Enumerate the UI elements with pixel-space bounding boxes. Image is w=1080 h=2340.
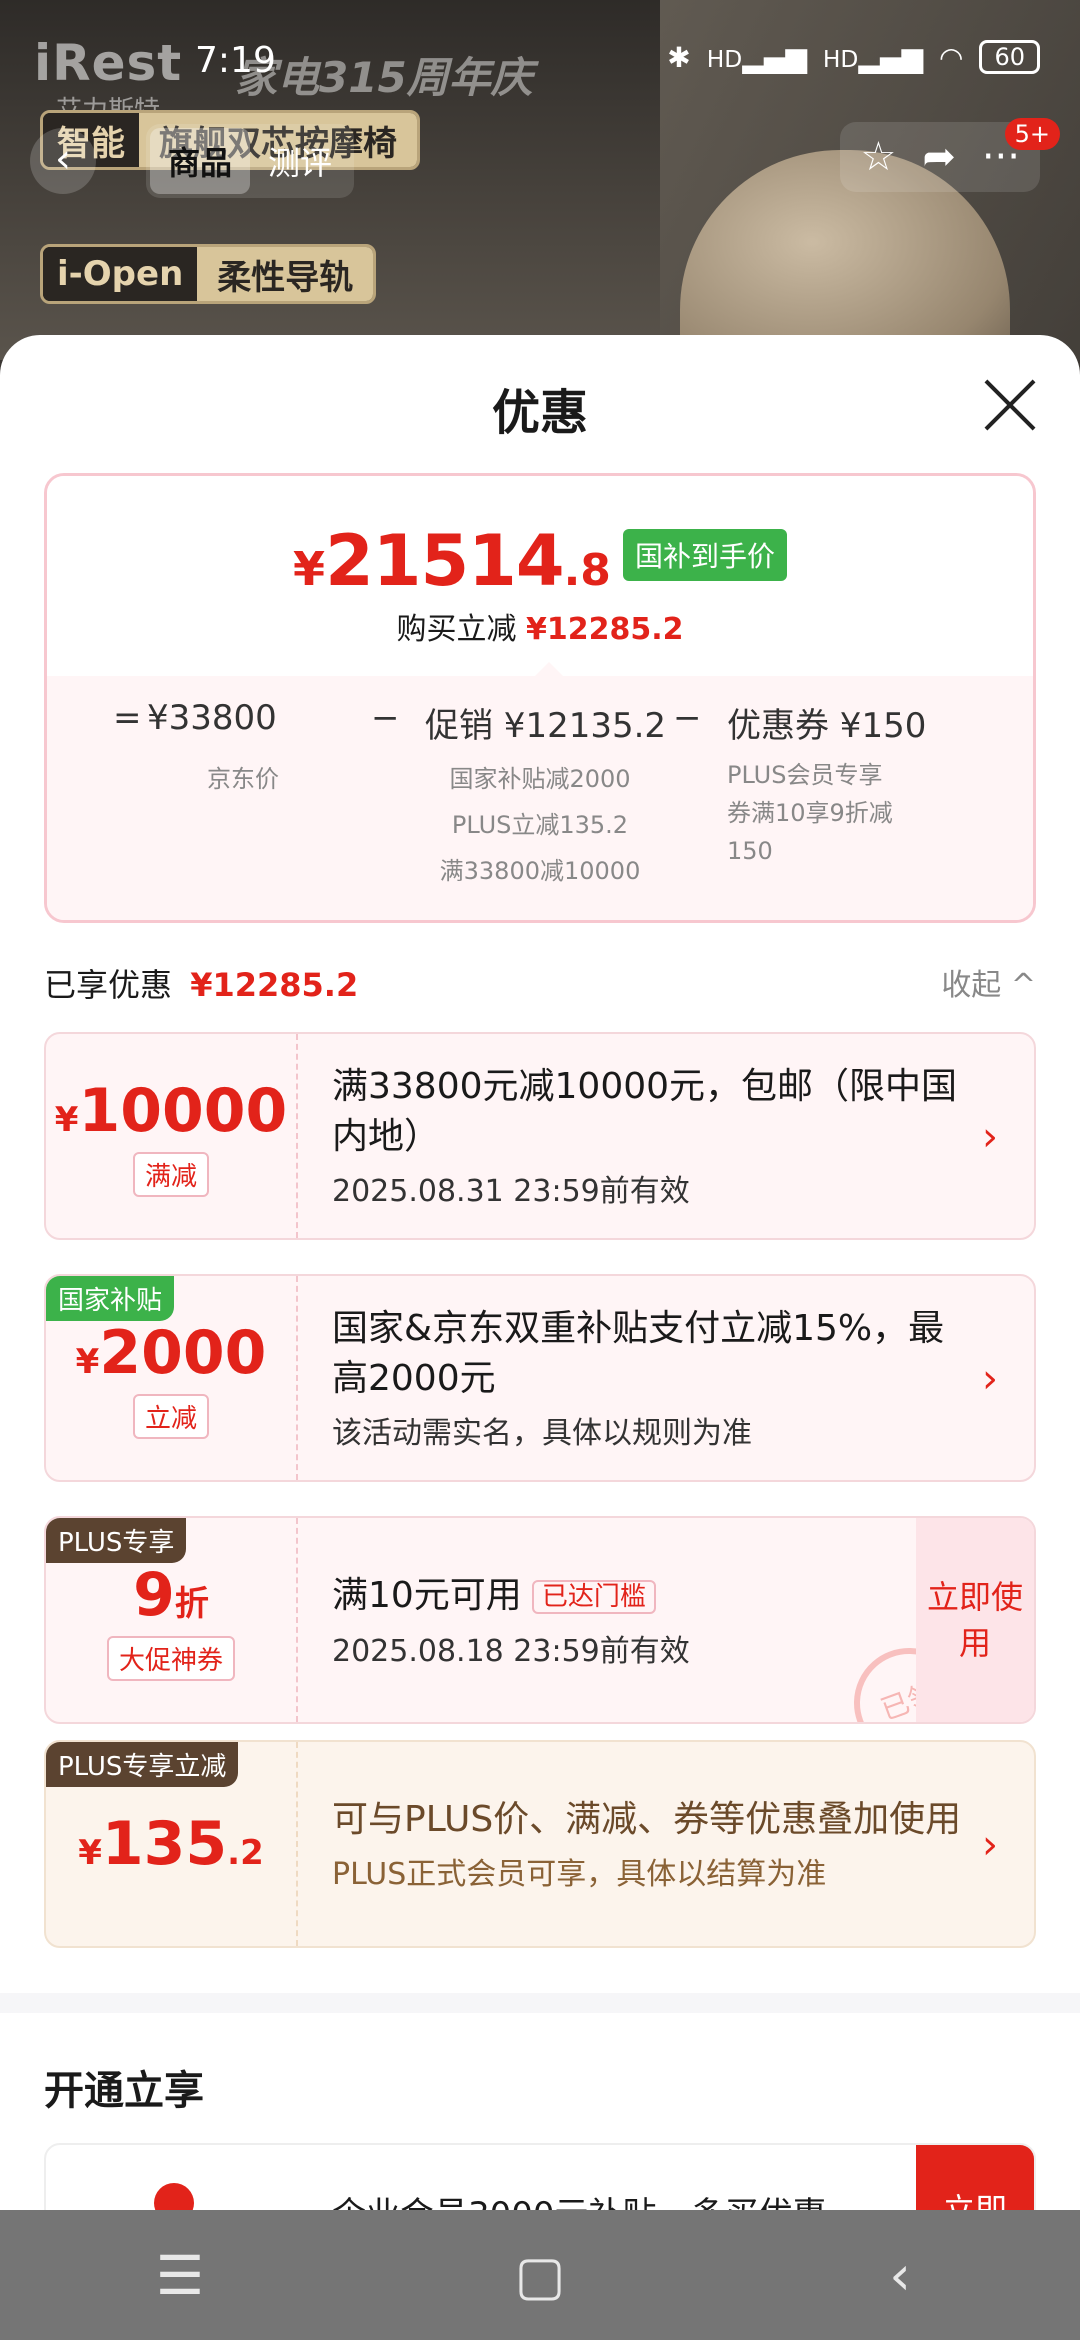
subsidy-price-badge: 国补到手价 bbox=[622, 529, 787, 581]
reduction-label: 购买立减 bbox=[396, 612, 517, 647]
enjoyed-discount: 已享优惠 ¥12285.2 bbox=[44, 960, 358, 1006]
tab-review[interactable]: 测评 bbox=[250, 128, 350, 194]
discount-sheet: 优惠 ¥ 21514 .8 国补到手价 购买立减 ¥12285.2 = ¥338… bbox=[0, 335, 1080, 2210]
system-nav-bar: ☰ ▢ ‹ bbox=[0, 2210, 1080, 2340]
close-icon[interactable] bbox=[982, 377, 1038, 433]
open-now-button[interactable]: 立即 bbox=[916, 2145, 1034, 2210]
feature-value: 柔性导轨 bbox=[197, 247, 374, 301]
promo-details: 国家补贴减2000 PLUS立减135.2 满33800减10000 bbox=[425, 756, 655, 894]
plus-reduction-tag: PLUS专享立减 bbox=[46, 1742, 239, 1787]
menu-icon[interactable]: ☰ bbox=[120, 2244, 240, 2307]
chevron-right-icon: › bbox=[982, 1822, 998, 1868]
coupon-amount: 9折 bbox=[133, 1559, 209, 1630]
enjoyed-value: ¥12285.2 bbox=[190, 966, 359, 1004]
coupon-type-tag: 大促神券 bbox=[106, 1635, 235, 1681]
currency-symbol: ¥ bbox=[293, 542, 326, 596]
message-badge: 5+ bbox=[1004, 118, 1060, 150]
back-icon[interactable]: ‹ bbox=[840, 2244, 960, 2307]
coupon-info: 满10元可用 已达门槛 2025.08.18 23:59前有效 bbox=[332, 1518, 894, 1722]
coupon-title: 可与PLUS价、满减、券等优惠叠加使用 bbox=[332, 1799, 962, 1840]
section-divider bbox=[0, 1993, 1080, 2013]
coupon-expiry: 2025.08.31 23:59前有效 bbox=[332, 1174, 690, 1209]
coupon-full-reduction[interactable]: ¥10000 满减 满33800元减10000元，包邮（限中国内地） 2025.… bbox=[44, 1032, 1036, 1240]
price-decimal: .8 bbox=[563, 545, 611, 596]
feature-key: i-Open bbox=[43, 247, 198, 301]
status-icons: ✱ HD▂▄▆ HD▂▄▆ ◠ 60 bbox=[667, 40, 1040, 74]
signal-icon: HD▂▄▆ bbox=[706, 40, 807, 74]
top-tabs: 商品 测评 bbox=[146, 124, 355, 198]
coupon-detail: PLUS会员专享 bbox=[727, 761, 883, 789]
promo-detail: PLUS立减135.2 bbox=[451, 811, 629, 839]
use-now-button[interactable]: 立即使用 bbox=[916, 1518, 1034, 1722]
signal-icon-2: HD▂▄▆ bbox=[822, 40, 924, 74]
jd-price: ¥33800 bbox=[147, 698, 277, 738]
instant-reduction: 购买立减 ¥12285.2 bbox=[47, 604, 1033, 648]
enjoyed-label: 已享优惠 bbox=[44, 966, 173, 1004]
coupon-details: PLUS会员专享 券满10享9折减 150 bbox=[727, 756, 893, 870]
price-integer: 21514 bbox=[325, 520, 565, 602]
plus-exclusive-tag: PLUS专享 bbox=[46, 1518, 187, 1563]
location-pin-icon bbox=[154, 2183, 194, 2210]
feature-tag-rail: i-Open 柔性导轨 bbox=[40, 244, 377, 304]
coupon-type-tag: 立减 bbox=[132, 1393, 209, 1439]
enterprise-offer-text: 企业会员3000元补贴，多买优惠 bbox=[332, 2187, 827, 2210]
wifi-icon: ◠ bbox=[939, 40, 964, 74]
coupon-expiry: 2025.08.18 23:59前有效 bbox=[332, 1633, 690, 1669]
coupon-type-tag: 满减 bbox=[132, 1151, 209, 1197]
star-icon[interactable]: ☆ bbox=[860, 132, 896, 182]
coupon-title: 国家&京东双重补贴支付立减15%，最高2000元 bbox=[332, 1308, 945, 1399]
gov-subsidy-tag: 国家补贴 bbox=[46, 1276, 175, 1321]
bluetooth-icon: ✱ bbox=[667, 40, 691, 74]
home-icon[interactable]: ▢ bbox=[480, 2244, 600, 2307]
enterprise-member-card[interactable]: 企业会员3000元补贴，多买优惠 立即 bbox=[44, 2143, 1036, 2210]
reduction-value: ¥12285.2 bbox=[526, 612, 684, 647]
coupon-rule: 该活动需实名，具体以规则为准 bbox=[332, 1416, 752, 1451]
coupon-plus-reduction[interactable]: ¥135.2 PLUS专享立减 可与PLUS价、满减、券等优惠叠加使用 PLUS… bbox=[44, 1740, 1036, 1948]
minus-sign: − bbox=[371, 698, 400, 738]
final-price-section: ¥ 21514 .8 国补到手价 购买立减 ¥12285.2 bbox=[47, 476, 1033, 676]
status-time: 7:19 bbox=[195, 40, 276, 81]
price-calculation: = ¥33800 − 促销 ¥12135.2 − 优惠券 ¥150 京东价 国家… bbox=[47, 662, 1033, 920]
coupon-info: 国家&京东双重补贴支付立减15%，最高2000元 该活动需实名，具体以规则为准 bbox=[332, 1276, 974, 1480]
promo-amount: 促销 ¥12135.2 bbox=[425, 706, 667, 746]
promo-detail: 满33800减10000 bbox=[439, 857, 641, 885]
open-section-title: 开通立享 bbox=[44, 2068, 204, 2114]
coupon-rule: PLUS正式会员可享，具体以结算为准 bbox=[332, 1857, 827, 1892]
tab-product[interactable]: 商品 bbox=[150, 128, 251, 194]
back-button[interactable]: ‹ bbox=[30, 128, 96, 194]
coupon-plus-discount: 9折 大促神券 PLUS专享 满10元可用 已达门槛 2025.08.18 23:… bbox=[44, 1516, 1036, 1724]
minus-sign: − bbox=[673, 698, 702, 738]
coupon-amount: ¥10000 bbox=[54, 1075, 288, 1146]
coupon-amount: ¥2000 bbox=[75, 1317, 267, 1388]
collapse-button[interactable]: 收起 ^ bbox=[941, 960, 1036, 1004]
coupon-detail: 券满10享9折减 bbox=[727, 799, 893, 827]
promo-detail: 国家补贴减2000 bbox=[449, 765, 631, 793]
coupon-value: ¥10000 满减 bbox=[46, 1034, 298, 1238]
coupon-gov-subsidy[interactable]: ¥2000 立减 国家补贴 国家&京东双重补贴支付立减15%，最高2000元 该… bbox=[44, 1274, 1036, 1482]
coupon-title: 满10元可用 已达门槛 bbox=[332, 1571, 894, 1622]
coupon-amount: ¥135.2 bbox=[78, 1809, 264, 1879]
threshold-met-badge: 已达门槛 bbox=[531, 1579, 656, 1614]
promo-logo: 家电315周年庆 bbox=[235, 53, 533, 102]
final-price: ¥ 21514 .8 国补到手价 bbox=[47, 520, 1033, 602]
coupon-info: 满33800元减10000元，包邮（限中国内地） 2025.08.31 23:5… bbox=[332, 1034, 974, 1238]
sheet-title: 优惠 bbox=[491, 385, 588, 441]
coupon-info: 可与PLUS价、满减、券等优惠叠加使用 PLUS正式会员可享，具体以结算为准 bbox=[332, 1742, 974, 1946]
brand-logo: iRest bbox=[34, 34, 183, 92]
share-icon[interactable]: ➦ bbox=[922, 132, 956, 182]
chevron-right-icon: › bbox=[982, 1356, 998, 1402]
coupon-title: 满33800元减10000元，包邮（限中国内地） bbox=[332, 1066, 958, 1157]
equals-sign: = bbox=[113, 698, 142, 738]
jd-price-label: 京东价 bbox=[207, 765, 279, 793]
coupon-detail: 150 bbox=[727, 837, 773, 865]
price-breakdown-card: ¥ 21514 .8 国补到手价 购买立减 ¥12285.2 = ¥33800 … bbox=[44, 473, 1036, 923]
battery-icon: 60 bbox=[979, 40, 1040, 74]
coupon-amount: 优惠券 ¥150 bbox=[727, 706, 927, 746]
chevron-right-icon: › bbox=[982, 1114, 998, 1160]
